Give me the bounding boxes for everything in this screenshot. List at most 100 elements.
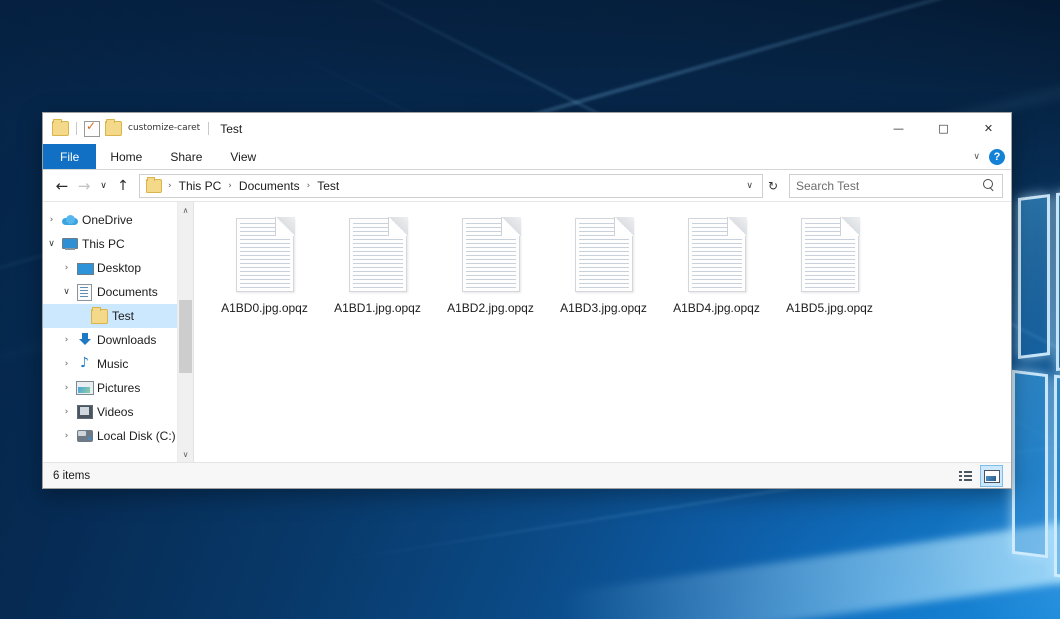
sidebar-icon-wrapper [75,284,94,301]
minimize-button[interactable]: — [876,113,921,144]
sidebar-item-label: Pictures [94,381,140,395]
file-item[interactable]: A1BD5.jpg.opqz [773,214,886,334]
details-view-icon [959,471,972,482]
file-item[interactable]: A1BD0.jpg.opqz [208,214,321,334]
music-icon: ♪ [78,357,92,371]
sidebar-item-test[interactable]: ›Test [43,304,177,328]
chevron-right-icon[interactable]: › [58,407,75,417]
sidebar-item-label: This PC [79,237,125,251]
sidebar-icon-wrapper: ♪ [75,357,94,371]
new-folder-icon[interactable] [105,121,122,136]
chevron-right-icon[interactable]: › [43,215,60,225]
sidebar-item-local-disk-c[interactable]: ›Local Disk (C:) [43,424,177,448]
search-input[interactable]: Search Test [796,179,983,193]
downloads-icon [78,333,92,347]
back-button[interactable]: ← [51,175,73,197]
file-item[interactable]: A1BD1.jpg.opqz [321,214,434,334]
file-item[interactable]: A1BD4.jpg.opqz [660,214,773,334]
window-title: Test [220,122,242,136]
quick-access-toolbar: customize-caret [43,121,211,137]
chevron-right-icon[interactable]: › [58,263,75,273]
sidebar-item-pictures[interactable]: › Pictures [43,376,177,400]
details-view-button[interactable] [954,465,977,487]
window-controls: — □ ✕ [876,113,1011,144]
sidebar-item-desktop[interactable]: › Desktop [43,256,177,280]
search-icon[interactable] [983,179,996,192]
large-icons-view-button[interactable] [980,465,1003,487]
windows-logo-pane [1018,194,1050,359]
divider [76,122,77,135]
chevron-right-icon[interactable]: › [58,359,75,369]
file-item[interactable]: A1BD3.jpg.opqz [547,214,660,334]
maximize-button[interactable]: □ [921,113,966,144]
sidebar-item-onedrive[interactable]: › OneDrive [43,208,177,232]
ribbon-right-controls: ∨ ? [973,144,1005,169]
close-button[interactable]: ✕ [966,113,1011,144]
navigation-scrollbar[interactable]: ∧ ∨ [177,202,193,462]
generic-file-icon [349,218,407,292]
breadcrumb-separator[interactable]: › [305,181,313,191]
sidebar-item-downloads[interactable]: ›Downloads [43,328,177,352]
sidebar-item-documents[interactable]: ∨Documents [43,280,177,304]
sidebar-item-videos[interactable]: › Videos [43,400,177,424]
help-icon[interactable]: ? [989,149,1005,165]
breadcrumb-item-documents[interactable]: Documents [234,177,305,195]
search-box[interactable]: Search Test [789,174,1003,198]
file-folded-corner [388,217,408,236]
view-toggle-group [954,465,1003,487]
explorer-folder-icon[interactable] [52,121,69,136]
chevron-down-icon[interactable]: ∨ [58,287,75,297]
breadcrumb-item-this-pc[interactable]: This PC [174,177,227,195]
recent-locations-icon[interactable]: ∨ [95,175,112,197]
tab-share[interactable]: Share [156,144,216,169]
generic-file-icon [575,218,633,292]
sidebar-icon-wrapper [75,262,94,274]
generic-file-icon [462,218,520,292]
scrollbar-thumb[interactable] [179,300,192,373]
navigation-tree: › OneDrive ∨ This PC › Desktop ∨Documents›Test… [43,202,177,462]
chevron-down-icon[interactable]: customize-caret [127,124,201,133]
file-name-label: A1BD5.jpg.opqz [786,301,873,315]
documents-icon [77,284,92,301]
title-bar: customize-caret Test — □ ✕ [43,113,1011,144]
sidebar-item-label: Desktop [94,261,141,275]
scrollbar-track[interactable] [178,218,193,446]
sidebar-item-music[interactable]: ›♪Music [43,352,177,376]
cloud-icon [62,215,78,225]
file-folded-corner [275,217,295,236]
breadcrumb[interactable]: › This PC › Documents › Test ∨ [139,174,763,198]
up-button[interactable]: ↑ [112,175,134,197]
sidebar-item-this-pc[interactable]: ∨ This PC [43,232,177,256]
navigation-pane: › OneDrive ∨ This PC › Desktop ∨Documents›Test… [43,202,194,462]
pc-icon [62,238,78,250]
chevron-down-icon[interactable]: ∨ [973,152,980,162]
scroll-up-button[interactable]: ∧ [178,202,193,218]
file-name-label: A1BD3.jpg.opqz [560,301,647,315]
sidebar-icon-wrapper [90,309,109,324]
generic-file-icon [688,218,746,292]
tab-file[interactable]: File [43,144,96,169]
windows-logo-pane [1056,179,1060,371]
sidebar-item-label: Videos [94,405,133,419]
chevron-right-icon[interactable]: › [58,431,75,441]
breadcrumb-item-test[interactable]: Test [312,177,344,195]
refresh-icon[interactable]: ↻ [763,179,783,193]
tab-view[interactable]: View [216,144,270,169]
tab-home[interactable]: Home [96,144,156,169]
chevron-down-icon[interactable]: ∨ [740,181,759,191]
sidebar-icon-wrapper [60,238,79,250]
breadcrumb-separator[interactable]: › [226,181,234,191]
videos-icon [77,405,93,419]
chevron-down-icon[interactable]: ∨ [43,239,60,249]
file-item[interactable]: A1BD2.jpg.opqz [434,214,547,334]
scroll-down-button[interactable]: ∨ [178,446,193,462]
properties-icon[interactable] [84,121,100,137]
breadcrumb-folder-icon[interactable] [146,179,162,193]
chevron-right-icon[interactable]: › [58,383,75,393]
file-list-view[interactable]: A1BD0.jpg.opqz A1BD1.jpg.opqzA1BD2.jpg.op… [194,202,1011,462]
chevron-right-icon[interactable]: › [58,335,75,345]
sidebar-item-label: OneDrive [79,213,133,227]
file-name-label: A1BD0.jpg.opqz [221,301,308,315]
generic-file-icon [236,218,294,292]
breadcrumb-separator[interactable]: › [166,181,174,191]
